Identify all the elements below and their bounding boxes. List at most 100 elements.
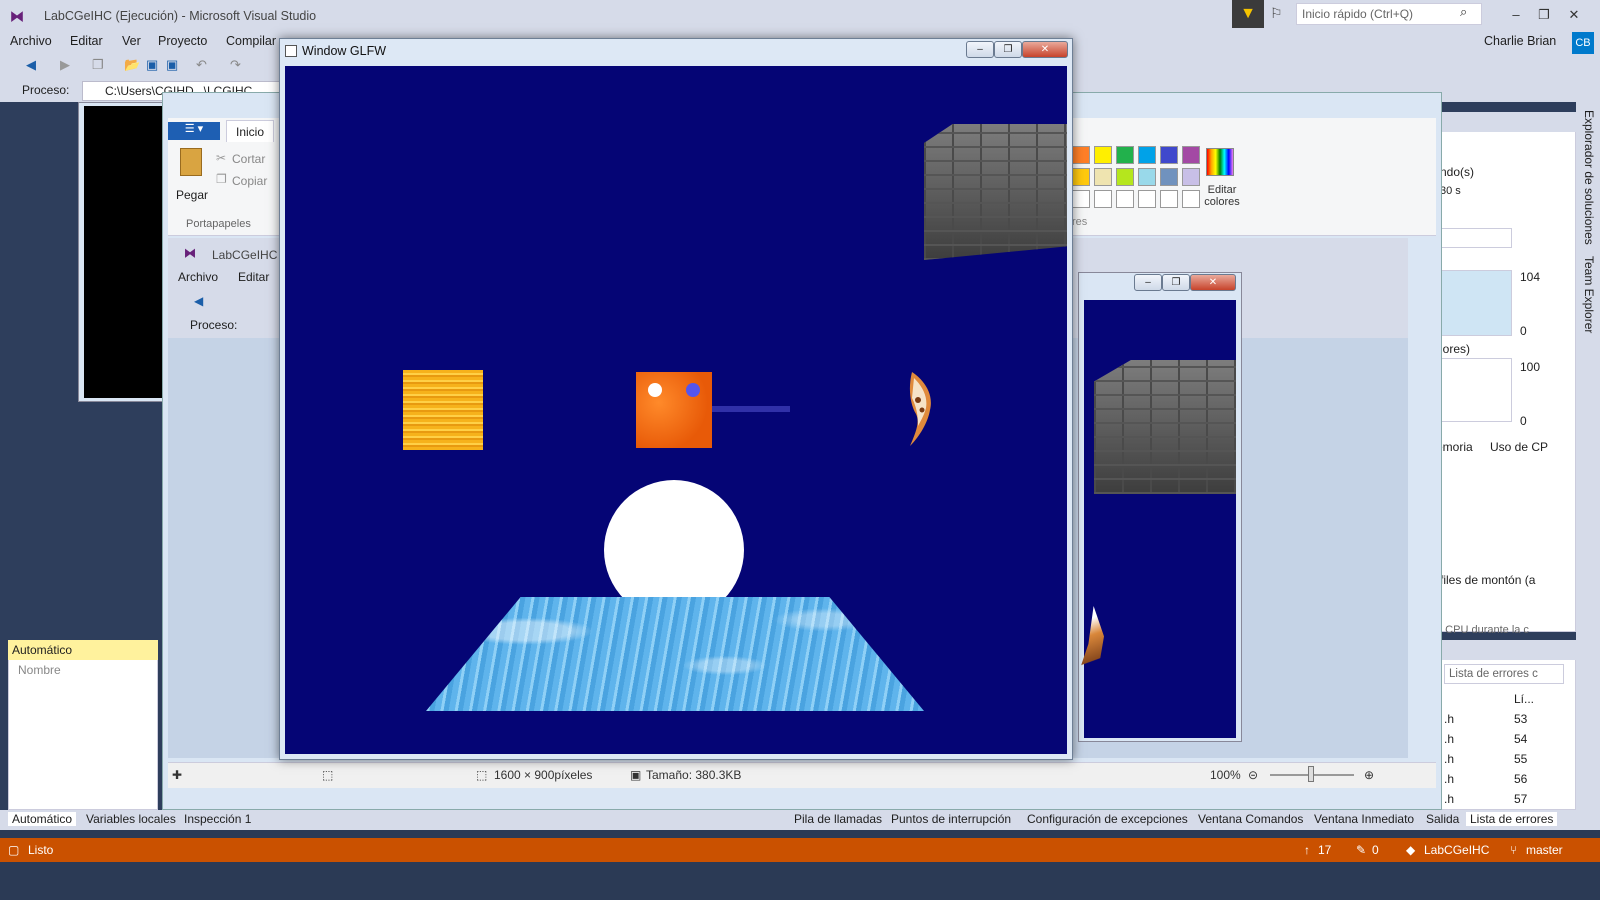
paste-button[interactable]: Pegar <box>176 188 208 202</box>
zoom-in-button[interactable]: ⊕ <box>1364 768 1374 782</box>
close-button[interactable]: ✕ <box>1190 274 1236 291</box>
paste-icon[interactable] <box>180 148 202 176</box>
palette-color-swatch[interactable] <box>1160 168 1178 186</box>
memory-min: 0 <box>1520 324 1527 338</box>
close-button[interactable]: ✕ <box>1022 41 1068 58</box>
orange-textured-cube <box>636 372 712 448</box>
quick-launch-input[interactable]: Inicio rápido (Ctrl+Q) <box>1296 3 1482 25</box>
push-arrow-icon: ↑ <box>1304 843 1310 857</box>
user-name[interactable]: Charlie Brian <box>1484 34 1556 48</box>
error-col-line[interactable]: Lí... <box>1514 692 1534 706</box>
palette-empty-swatch[interactable] <box>1182 190 1200 208</box>
palette-color-swatch[interactable] <box>1160 146 1178 164</box>
copy-button[interactable]: Copiar <box>232 174 267 188</box>
minimize-button[interactable]: – <box>966 41 994 58</box>
branch-icon: ⑂ <box>1510 843 1518 857</box>
zoom-out-button[interactable]: ⊝ <box>1248 768 1258 782</box>
tab-error-list[interactable]: Lista de errores <box>1466 812 1558 826</box>
zoom-level: 100% <box>1210 768 1241 782</box>
error-list-search-input[interactable]: Lista de errores c <box>1444 664 1564 684</box>
back-icon[interactable]: ◀ <box>26 57 36 73</box>
cpu-min: 0 <box>1520 414 1527 428</box>
maximize-button[interactable]: ❐ <box>994 41 1022 58</box>
redo-icon[interactable]: ↷ <box>230 57 241 73</box>
maximize-button[interactable]: ❐ <box>1162 274 1190 291</box>
menu-editar[interactable]: Editar <box>70 34 103 48</box>
error-row-file[interactable]: .h <box>1444 752 1454 766</box>
palette-color-swatch[interactable] <box>1116 146 1134 164</box>
cut-button[interactable]: Cortar <box>232 152 265 166</box>
error-row-file[interactable]: .h <box>1444 712 1454 726</box>
tab-breakpoints[interactable]: Puntos de interrupción <box>891 812 1011 826</box>
menu-archivo[interactable]: Archivo <box>10 34 52 48</box>
diag-filter-input[interactable] <box>1436 228 1512 248</box>
proceso-label: Proceso: <box>22 83 70 97</box>
palette-empty-swatch[interactable] <box>1116 190 1134 208</box>
palette-color-swatch[interactable] <box>1072 168 1090 186</box>
visual-studio-logo-icon: ⧓ <box>184 246 196 260</box>
palette-empty-swatch[interactable] <box>1138 190 1156 208</box>
repo-name[interactable]: LabCGeIHC <box>1424 843 1489 857</box>
feedback-filter-icon[interactable]: ▼ <box>1232 0 1264 28</box>
palette-color-swatch[interactable] <box>1138 168 1156 186</box>
unpushed-count[interactable]: 17 <box>1318 843 1331 857</box>
inner-proceso-label: Proceso: <box>190 318 238 332</box>
error-row-file[interactable]: .h <box>1444 792 1454 806</box>
palette-empty-swatch[interactable] <box>1094 190 1112 208</box>
palette-color-swatch[interactable] <box>1182 146 1200 164</box>
avatar[interactable]: CB <box>1572 32 1594 54</box>
tab-autos[interactable]: Automático <box>8 812 77 826</box>
autos-column-name[interactable]: Nombre <box>18 663 61 677</box>
palette-color-swatch[interactable] <box>1072 146 1090 164</box>
image-dimensions: 1600 × 900píxeles <box>494 768 593 782</box>
forward-icon[interactable]: ▶ <box>60 57 70 73</box>
pencil-icon: ✎ <box>1356 843 1367 857</box>
error-row-file[interactable]: .h <box>1444 772 1454 786</box>
tab-immediate-window[interactable]: Ventana Inmediato <box>1314 812 1414 826</box>
maximize-button[interactable]: ❐ <box>1530 4 1558 26</box>
menu-ver[interactable]: Ver <box>122 34 141 48</box>
save-icon[interactable]: ▣ <box>146 57 158 73</box>
palette-color-swatch[interactable] <box>1138 146 1156 164</box>
blue-sphere-small <box>686 383 700 397</box>
notifications-icon[interactable]: ⚐ <box>1270 5 1283 22</box>
edit-colors-icon[interactable] <box>1206 148 1234 176</box>
search-icon[interactable]: ⌕ <box>1460 4 1467 20</box>
close-button[interactable]: ✕ <box>1560 4 1588 26</box>
tab-locals[interactable]: Variables locales <box>86 812 176 826</box>
tab-exception-settings[interactable]: Configuración de excepciones <box>1027 812 1188 826</box>
new-project-icon[interactable]: ❐ <box>92 57 104 73</box>
menu-proyecto[interactable]: Proyecto <box>158 34 207 48</box>
zoom-slider-thumb[interactable] <box>1308 766 1314 782</box>
tab-team-explorer[interactable]: Team Explorer <box>1582 256 1596 333</box>
undo-icon[interactable]: ↶ <box>196 57 207 73</box>
palette-color-swatch[interactable] <box>1094 146 1112 164</box>
palette-color-swatch[interactable] <box>1094 168 1112 186</box>
tab-watch[interactable]: Inspección 1 <box>184 812 251 826</box>
cpu-note-label: e CPU durante la c <box>1436 624 1529 636</box>
palette-color-swatch[interactable] <box>1182 168 1200 186</box>
error-row-file[interactable]: .h <box>1444 732 1454 746</box>
paint-file-menu-button[interactable]: ☰ ▾ <box>168 122 220 140</box>
minimize-button[interactable]: – <box>1502 4 1530 26</box>
tab-call-stack[interactable]: Pila de llamadas <box>794 812 882 826</box>
tab-inicio[interactable]: Inicio <box>226 120 274 142</box>
palette-color-swatch[interactable] <box>1116 168 1134 186</box>
tab-output[interactable]: Salida <box>1426 812 1459 826</box>
tab-command-window[interactable]: Ventana Comandos <box>1198 812 1303 826</box>
palette-empty-swatch[interactable] <box>1160 190 1178 208</box>
minimize-button[interactable]: – <box>1134 274 1162 291</box>
tab-cpu-usage[interactable]: Uso de CP <box>1490 440 1548 454</box>
edit-colors-button[interactable]: Editar colores <box>1202 184 1242 208</box>
copy-icon: ❐ <box>216 172 227 186</box>
console-output <box>84 106 164 398</box>
changes-count[interactable]: 0 <box>1372 843 1379 857</box>
save-all-icon[interactable]: ▣ <box>166 57 178 73</box>
open-folder-icon[interactable]: 📂 <box>124 57 140 73</box>
branch-name[interactable]: master <box>1526 843 1563 857</box>
menu-compilar[interactable]: Compilar <box>226 34 276 48</box>
file-size-icon: ▣ <box>630 768 642 782</box>
tab-solution-explorer[interactable]: Explorador de soluciones <box>1582 110 1596 245</box>
palette-empty-swatch[interactable] <box>1072 190 1090 208</box>
memory-chart <box>1436 270 1512 336</box>
